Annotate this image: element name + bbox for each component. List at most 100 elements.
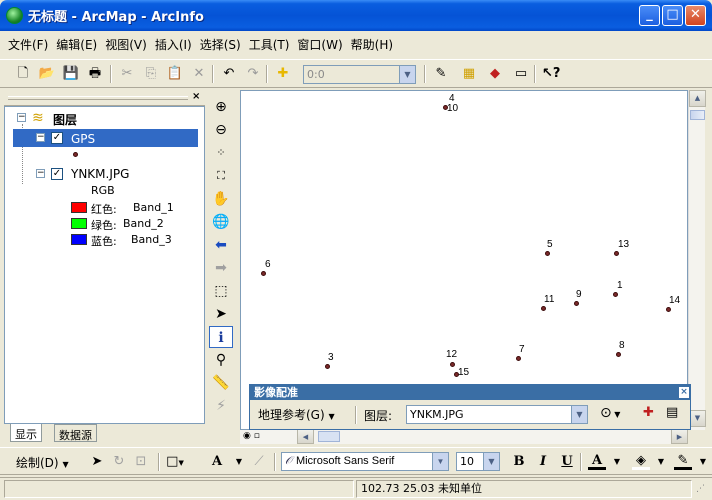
- line-color-icon[interactable]: ✎: [674, 452, 692, 470]
- close-button[interactable]: ✕: [685, 5, 706, 26]
- delete-icon[interactable]: ✕: [190, 65, 208, 83]
- redo-icon[interactable]: ↷: [244, 65, 262, 83]
- gps-control-point[interactable]: [666, 307, 671, 312]
- chevron-down-icon[interactable]: ▼: [694, 453, 712, 471]
- zoom-to-element-icon[interactable]: ⊡: [132, 453, 150, 471]
- gps-control-point[interactable]: [261, 271, 266, 276]
- gps-visibility-checkbox[interactable]: ✓: [51, 132, 63, 144]
- font-color-icon[interactable]: A: [588, 452, 606, 470]
- menu-edit[interactable]: 编辑(E): [52, 33, 101, 56]
- menu-help[interactable]: 帮助(H): [347, 33, 397, 56]
- select-features-icon[interactable]: ⬚: [209, 280, 233, 302]
- hyperlink-lightning-icon[interactable]: ⚡: [209, 395, 233, 417]
- chevron-down-icon[interactable]: ▼: [432, 453, 448, 470]
- map-display[interactable]: 4 10 6 5 13 1 9 11 14 3 12 15 7 8: [240, 90, 688, 430]
- map-scale-combo[interactable]: 0:0 ▼: [303, 65, 416, 84]
- select-arrow-icon[interactable]: ➤: [88, 453, 106, 471]
- georef-layer-combo[interactable]: YNKM.JPG ▼: [406, 405, 588, 424]
- underline-button[interactable]: U: [558, 453, 576, 471]
- zoom-in-icon[interactable]: ⊕: [209, 96, 233, 118]
- collapse-gps-toggle[interactable]: −: [36, 133, 45, 142]
- menu-view[interactable]: 视图(V): [101, 33, 151, 56]
- zoom-out-icon[interactable]: ⊖: [209, 119, 233, 141]
- minimize-button[interactable]: _: [639, 5, 660, 26]
- georef-menu-button[interactable]: 地理参考(G) ▼: [258, 406, 335, 423]
- horizontal-scroll-thumb[interactable]: [318, 431, 340, 442]
- gps-control-point[interactable]: [325, 364, 330, 369]
- identify-info-icon[interactable]: ℹ: [209, 326, 233, 348]
- resize-grip-icon[interactable]: ⋰: [696, 484, 705, 494]
- gps-control-point[interactable]: [450, 362, 455, 367]
- collapse-layers-toggle[interactable]: −: [17, 113, 26, 122]
- gps-control-point[interactable]: [613, 292, 618, 297]
- scroll-up-icon[interactable]: ▲: [689, 90, 706, 107]
- fill-color-icon[interactable]: ◈: [632, 452, 650, 470]
- gps-control-point[interactable]: [616, 352, 621, 357]
- chevron-down-icon[interactable]: ▼: [399, 66, 415, 83]
- measure-icon[interactable]: 📏: [209, 372, 233, 394]
- open-folder-icon[interactable]: 📂: [38, 65, 56, 83]
- arctoolbox-red-icon[interactable]: ◆: [486, 65, 504, 83]
- new-document-icon[interactable]: 🗋: [14, 65, 32, 83]
- pan-hand-icon[interactable]: ✋: [209, 188, 233, 210]
- collapse-ynkm-toggle[interactable]: −: [36, 169, 45, 178]
- chevron-down-icon[interactable]: ▼: [652, 453, 670, 471]
- gps-control-point[interactable]: [545, 251, 550, 256]
- gps-control-point[interactable]: [614, 251, 619, 256]
- toc-grip[interactable]: [8, 96, 188, 100]
- paste-icon[interactable]: 📋: [166, 65, 184, 83]
- select-elements-arrow-icon[interactable]: ➤: [209, 303, 233, 325]
- add-data-icon[interactable]: ✚: [274, 65, 292, 83]
- scroll-left-icon[interactable]: ◀: [297, 429, 314, 444]
- font-name-combo[interactable]: 𝒪 Microsoft Sans Serif ▼: [281, 452, 449, 471]
- scroll-down-icon[interactable]: ▼: [689, 410, 706, 427]
- copy-icon[interactable]: ⎘: [142, 65, 160, 83]
- undo-icon[interactable]: ↶: [220, 65, 238, 83]
- view-link-table-icon[interactable]: ▤: [666, 405, 678, 420]
- georef-close-icon[interactable]: ×: [679, 387, 689, 398]
- command-line-icon[interactable]: ▭: [512, 65, 530, 83]
- rotate-element-icon[interactable]: ↻: [110, 453, 128, 471]
- menu-selection[interactable]: 选择(S): [196, 33, 245, 56]
- print-icon[interactable]: 🖶: [86, 65, 104, 83]
- chevron-down-icon[interactable]: ▼: [230, 453, 248, 471]
- toc-close-icon[interactable]: ×: [192, 91, 200, 102]
- save-icon[interactable]: 💾: [62, 65, 80, 83]
- font-size-combo[interactable]: 10 ▼: [456, 452, 500, 471]
- menu-file[interactable]: 文件(F): [4, 33, 52, 56]
- find-binoculars-icon[interactable]: ⚲: [209, 349, 233, 371]
- chevron-down-icon[interactable]: ▼: [571, 406, 587, 423]
- tab-display[interactable]: 显示: [10, 424, 42, 442]
- vertical-scroll-thumb[interactable]: [690, 110, 705, 120]
- chevron-down-icon[interactable]: ▼: [608, 453, 626, 471]
- cut-icon[interactable]: ✂: [118, 65, 136, 83]
- editor-toolbar-icon[interactable]: ✎: [432, 65, 450, 83]
- maximize-button[interactable]: □: [662, 5, 683, 26]
- chevron-down-icon[interactable]: ▼: [483, 453, 499, 470]
- forward-arrow-icon[interactable]: ➡: [209, 257, 233, 279]
- rectangle-icon[interactable]: □▼: [166, 453, 184, 471]
- whats-this-help-icon[interactable]: ↖?: [542, 65, 560, 83]
- menu-window[interactable]: 窗口(W): [293, 33, 346, 56]
- ynkm-visibility-checkbox[interactable]: ✓: [51, 168, 63, 180]
- gps-control-point[interactable]: [516, 356, 521, 361]
- text-tool-icon[interactable]: A: [208, 453, 226, 471]
- gps-control-point[interactable]: [574, 301, 579, 306]
- map-vertical-scrollbar[interactable]: ▲ ▼: [688, 90, 706, 430]
- menu-insert[interactable]: 插入(I): [151, 33, 196, 56]
- layout-view-icons[interactable]: ◉ ▫: [243, 431, 260, 441]
- map-horizontal-scrollbar[interactable]: ◀ ▶: [240, 429, 688, 444]
- add-control-points-icon[interactable]: ✚: [643, 405, 654, 420]
- tab-source[interactable]: 数据源: [54, 424, 97, 442]
- full-extent-globe-icon[interactable]: 🌐: [209, 211, 233, 233]
- back-arrow-icon[interactable]: ⬅: [209, 234, 233, 256]
- gps-control-point[interactable]: [541, 306, 546, 311]
- draw-menu-button[interactable]: 绘制(D) ▼: [16, 454, 69, 471]
- edit-vertices-icon[interactable]: ⟋: [250, 453, 268, 471]
- fixed-zoom-in-icon[interactable]: ⁘: [209, 142, 233, 164]
- menu-tools[interactable]: 工具(T): [245, 33, 294, 56]
- arctoolbox-icon[interactable]: ▦: [460, 65, 478, 83]
- fixed-zoom-out-icon[interactable]: ⛶: [209, 165, 233, 187]
- rotate-tool-icon[interactable]: ⊙ ▼: [600, 405, 620, 421]
- bold-button[interactable]: B: [510, 453, 528, 471]
